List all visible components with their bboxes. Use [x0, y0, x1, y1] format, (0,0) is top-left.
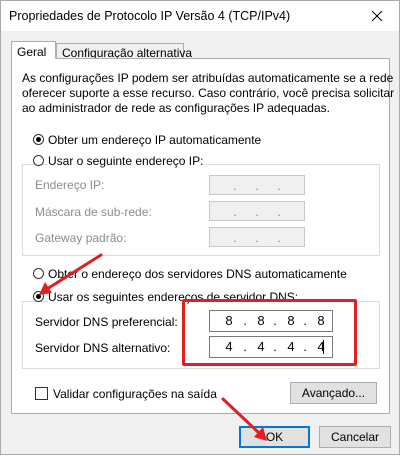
- arrow-to-ok-button: [221, 397, 267, 441]
- arrow-to-dns-radio: [39, 253, 103, 295]
- ipv4-properties-dialog: Propriedades de Protocolo IP Versão 4 (T…: [0, 0, 400, 455]
- annotation-arrows: [39, 253, 267, 441]
